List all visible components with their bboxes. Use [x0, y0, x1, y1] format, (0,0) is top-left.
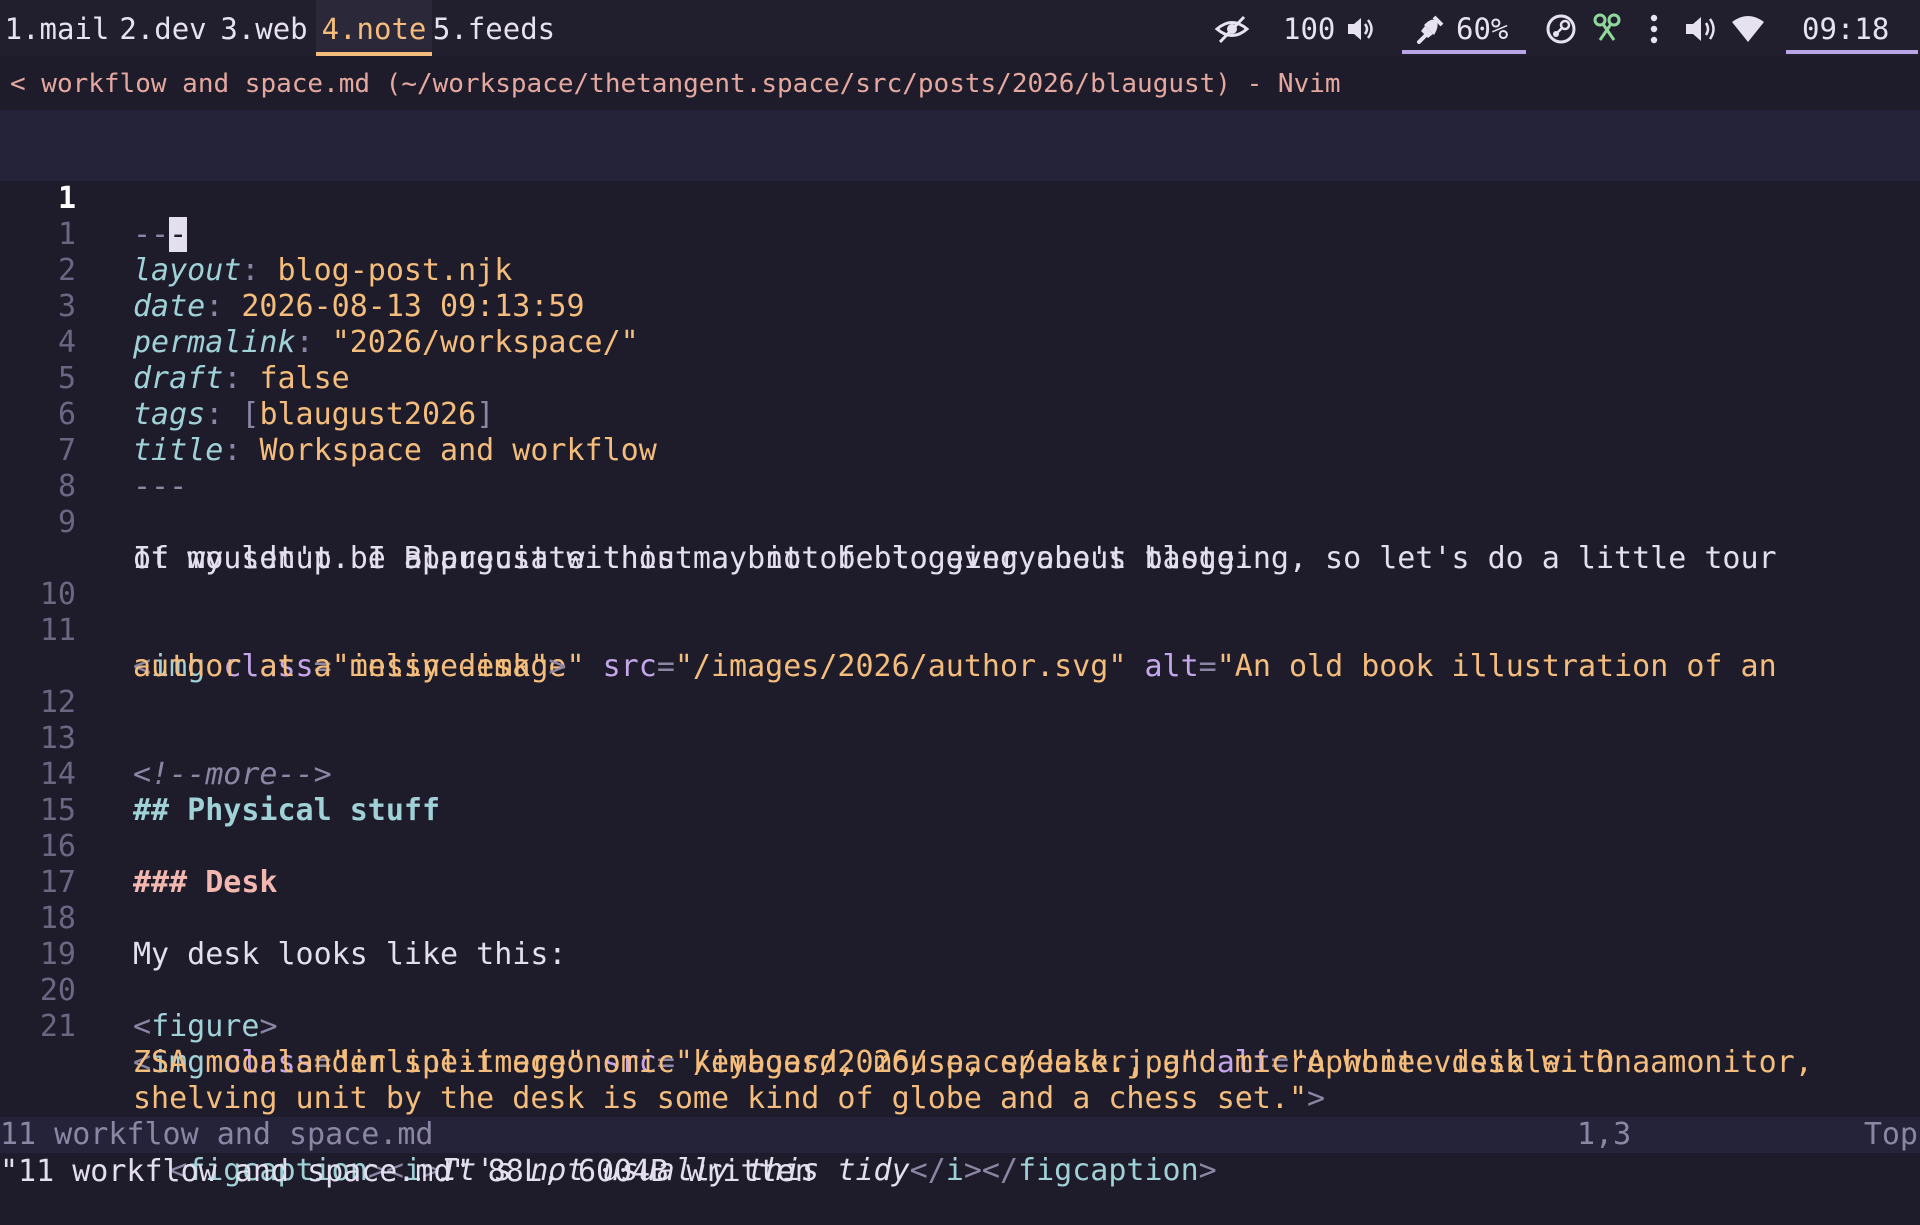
status-filename: 11 workflow and space.md: [0, 1117, 434, 1152]
scissors-icon[interactable]: [1592, 0, 1624, 56]
command-line[interactable]: "11 workflow and space.md" 88L, 6004B wr…: [0, 1154, 1920, 1190]
buffer-line[interactable]: 4 draft: false: [0, 289, 1920, 396]
buffer-line[interactable]: 1 layout: blog-post.njk: [0, 181, 1920, 288]
buffer-line[interactable]: 1 ---: [0, 145, 1920, 252]
wifi-icon[interactable]: [1730, 0, 1768, 56]
buffer-line[interactable]: 7 ---: [0, 397, 1920, 504]
buffer-line[interactable]: 21 <img class="inline-image" src="/image…: [0, 973, 1920, 1080]
buffer-line[interactable]: 18 My desk looks like this:: [0, 865, 1920, 972]
volume-level[interactable]: 100: [1283, 0, 1335, 56]
buffer-line-wrap[interactable]: ZSA moonlander split ergonomic keyboard,…: [0, 1009, 1920, 1080]
workspace-3[interactable]: 3.web: [212, 0, 316, 56]
speaker-icon[interactable]: [1345, 0, 1377, 56]
buffer-line[interactable]: 9 It wouldn't be Blaugust without a bit …: [0, 469, 1920, 576]
editor-buffer[interactable]: 1 --- 1 layout: blog-post.njk 2 date: 20…: [0, 145, 1920, 1188]
workspace-2[interactable]: 2.dev: [114, 0, 212, 56]
buffer-line[interactable]: 20 <figure>: [0, 937, 1920, 1044]
buffer-line[interactable]: 8: [0, 433, 1920, 504]
battery-level: 60%: [1456, 12, 1509, 46]
buffer-line[interactable]: 6 title: Workspace and workflow: [0, 361, 1920, 468]
top-bar: 1.mail 2.dev 3.web 4.note 5.feeds 100 60…: [0, 0, 1920, 56]
buffer-line[interactable]: 11 <img class="inline-image" src="/image…: [0, 577, 1920, 684]
steam-icon[interactable]: [1545, 0, 1581, 56]
idle-inhibitor-icon[interactable]: [1212, 0, 1252, 56]
workspace-1[interactable]: 1.mail: [0, 0, 114, 56]
scroll-position: Top: [1863, 1117, 1918, 1152]
cursor-position: 1,3: [1577, 1117, 1632, 1152]
status-line: 11 workflow and space.md 1,3 Top: [0, 1117, 1920, 1153]
buffer-line-wrap[interactable]: of my setup. I appreciate this may not b…: [0, 505, 1920, 576]
buffer-line[interactable]: 12: [0, 649, 1920, 720]
window-title: < workflow and space.md (~/workspace/the…: [10, 69, 1341, 99]
buffer-line[interactable]: 14 ## Physical stuff: [0, 721, 1920, 828]
buffer-line-wrap[interactable]: shelving unit by the desk is some kind o…: [0, 1045, 1920, 1116]
buffer-line[interactable]: 13 <!--more-->: [0, 685, 1920, 792]
workspace-5[interactable]: 5.feeds: [432, 0, 556, 56]
buffer-line[interactable]: 5 tags: [blaugust2026]: [0, 325, 1920, 432]
workspace-4-active[interactable]: 4.note: [316, 0, 432, 56]
buffer-line[interactable]: 10: [0, 541, 1920, 612]
battery-underline: [1402, 50, 1526, 54]
buffer-line[interactable]: 17: [0, 829, 1920, 900]
buffer-line[interactable]: 22 <figcaption><i>It's not usually this …: [0, 1081, 1920, 1188]
more-vertical-icon[interactable]: [1646, 0, 1662, 56]
volume-icon[interactable]: [1684, 0, 1720, 56]
tabline: [0, 110, 1920, 146]
buffer-line[interactable]: 16 ### Desk: [0, 793, 1920, 900]
buffer-line-wrap[interactable]: author at a messy desk">: [0, 613, 1920, 684]
clock[interactable]: 09:18: [1802, 0, 1889, 56]
buffer-line[interactable]: 3 permalink: "2026/workspace/": [0, 253, 1920, 360]
buffer-line[interactable]: 2 date: 2026-08-13 09:13:59: [0, 217, 1920, 324]
buffer-line[interactable]: 19: [0, 901, 1920, 972]
clock-underline: [1786, 50, 1918, 54]
buffer-line[interactable]: 15: [0, 757, 1920, 828]
plug-icon: [1414, 0, 1448, 56]
